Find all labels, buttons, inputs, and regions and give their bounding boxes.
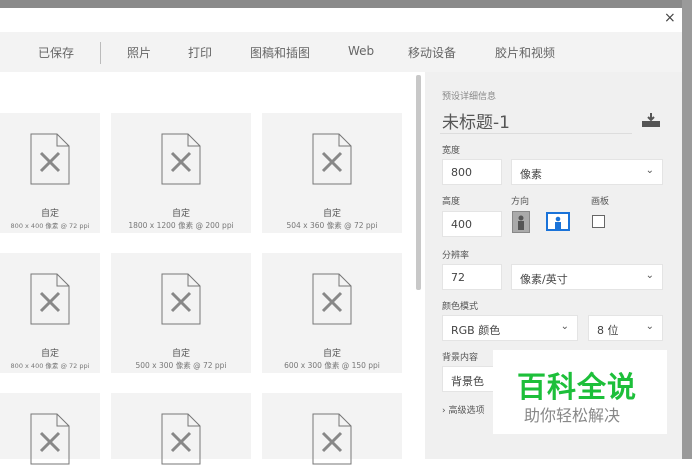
advanced-options-toggle[interactable]: › 高级选项 — [442, 403, 484, 416]
height-label: 高度 — [442, 197, 461, 207]
preset-name: 自定 — [322, 349, 341, 359]
preset-size: 500 x 300 像素 @ 72 ppi — [135, 361, 227, 370]
watermark: 百科全说 助你轻松解决 — [493, 350, 667, 434]
document-icon — [312, 413, 352, 465]
tab-film[interactable]: 胶片和视频 — [495, 44, 555, 61]
watermark-title: 百科全说 — [517, 370, 638, 404]
document-icon — [161, 273, 201, 325]
color-mode-select[interactable]: RGB 颜色 ⌄ — [442, 315, 578, 341]
document-icon — [30, 273, 70, 325]
background-value: 背景色 — [451, 375, 484, 388]
preset-size: 800 x 400 像素 @ 72 ppi — [10, 362, 90, 370]
preset-card[interactable]: 自定 800 x 400 像素 @ 72 ppi — [0, 253, 100, 373]
tab-separator — [100, 42, 101, 64]
details-heading: 预设详细信息 — [442, 92, 497, 102]
preset-card[interactable]: 自定 1800 x 1200 像素 @ 200 ppi — [111, 113, 251, 233]
width-label: 宽度 — [442, 146, 461, 156]
artboard-checkbox[interactable] — [592, 215, 605, 228]
preset-tabs: 已保存 照片 打印 图稿和插图 Web 移动设备 胶片和视频 — [0, 32, 682, 72]
preset-size: 504 x 360 像素 @ 72 ppi — [286, 221, 378, 230]
bit-depth-value: 8 位 — [597, 324, 619, 337]
preset-card[interactable] — [111, 393, 251, 465]
width-value: 800 — [451, 166, 472, 179]
height-input[interactable]: 400 — [442, 211, 502, 237]
preset-name: 自定 — [322, 209, 341, 219]
preset-size: 1800 x 1200 像素 @ 200 ppi — [128, 221, 234, 230]
document-icon — [312, 133, 352, 185]
preset-card[interactable] — [0, 393, 100, 465]
window-edge — [682, 0, 692, 459]
document-icon — [161, 133, 201, 185]
window-titlebar — [0, 0, 692, 8]
preset-card[interactable]: 自定 500 x 300 像素 @ 72 ppi — [111, 253, 251, 373]
resolution-unit-select[interactable]: 像素/英寸 ⌄ — [511, 264, 663, 290]
document-icon — [312, 273, 352, 325]
preset-name: 自定 — [40, 209, 59, 219]
bit-depth-select[interactable]: 8 位 ⌄ — [588, 315, 663, 341]
title-underline — [440, 133, 632, 134]
tab-saved[interactable]: 已保存 — [38, 44, 74, 61]
watermark-subtitle: 助你轻松解决 — [524, 406, 621, 425]
width-unit-select[interactable]: 像素 ⌄ — [511, 159, 663, 185]
width-input[interactable]: 800 — [442, 159, 502, 185]
artboard-label: 画板 — [591, 197, 610, 207]
landscape-icon[interactable] — [546, 212, 570, 231]
preset-name: 自定 — [171, 209, 190, 219]
resolution-input[interactable]: 72 — [442, 264, 502, 290]
preset-name: 自定 — [171, 349, 190, 359]
document-title[interactable]: 未标题-1 — [442, 108, 510, 133]
preset-card[interactable]: 自定 504 x 360 像素 @ 72 ppi — [262, 113, 402, 233]
chevron-down-icon: ⌄ — [645, 321, 654, 332]
orientation-label: 方向 — [511, 197, 530, 207]
tab-art[interactable]: 图稿和插图 — [250, 44, 310, 61]
tab-web[interactable]: Web — [348, 44, 374, 58]
chevron-down-icon: ⌄ — [645, 165, 654, 176]
color-mode-label: 颜色模式 — [442, 302, 479, 312]
preset-size: 800 x 400 像素 @ 72 ppi — [10, 222, 90, 230]
chevron-down-icon: ⌄ — [560, 321, 569, 332]
preset-card[interactable]: 自定 800 x 400 像素 @ 72 ppi — [0, 113, 100, 233]
preset-card[interactable] — [262, 393, 402, 465]
document-icon — [30, 133, 70, 185]
document-icon — [30, 413, 70, 465]
resolution-unit-value: 像素/英寸 — [520, 273, 568, 286]
color-mode-value: RGB 颜色 — [451, 324, 501, 337]
tab-mobile[interactable]: 移动设备 — [408, 44, 456, 61]
save-preset-icon[interactable] — [641, 112, 661, 128]
chevron-down-icon: ⌄ — [645, 270, 654, 281]
preset-name: 自定 — [40, 349, 59, 359]
width-unit-value: 像素 — [520, 168, 542, 181]
advanced-options-label: 高级选项 — [448, 406, 485, 416]
resolution-value: 72 — [451, 271, 465, 284]
background-label: 背景内容 — [442, 353, 479, 363]
document-icon — [161, 413, 201, 465]
height-value: 400 — [451, 218, 472, 231]
tab-photo[interactable]: 照片 — [127, 44, 151, 61]
resolution-label: 分辨率 — [442, 251, 470, 261]
close-button[interactable]: × — [664, 10, 676, 26]
preset-size: 600 x 300 像素 @ 150 ppi — [284, 361, 380, 370]
scrollbar[interactable] — [416, 75, 421, 290]
preset-card[interactable]: 自定 600 x 300 像素 @ 150 ppi — [262, 253, 402, 373]
tab-print[interactable]: 打印 — [188, 44, 212, 61]
portrait-icon[interactable] — [512, 211, 530, 233]
